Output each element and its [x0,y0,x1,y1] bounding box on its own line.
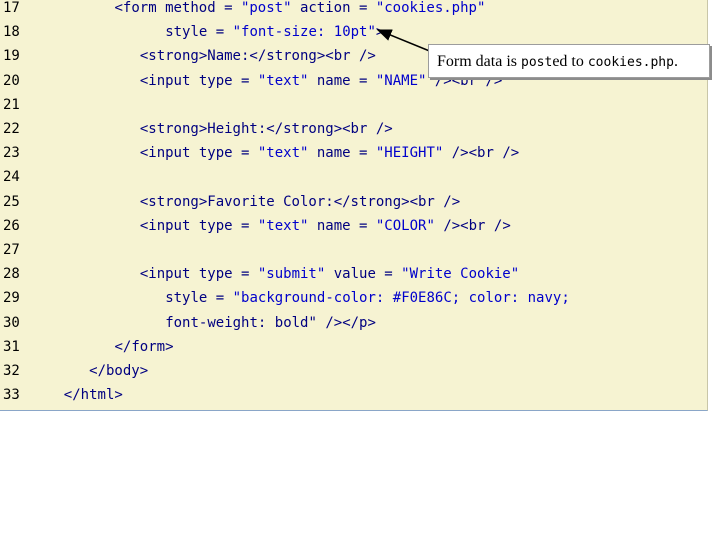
code-token: <input type = [139,217,258,234]
code-token: name = [308,145,376,162]
code-string-token: "text" [257,217,309,234]
line-number: 31 [3,338,20,355]
line-number: 30 [3,314,20,331]
code-token: <strong>Height:</strong><br /> [139,121,393,137]
code-line: 21 [0,97,707,121]
code-text: </html> [64,387,123,403]
line-number: 22 [3,121,20,137]
code-line: 23 <input type = "text" name = "HEIGHT" /… [0,145,707,169]
code-text: <strong>Name:</strong><br /> [140,48,376,64]
code-line: 17 <form method = "post" action = "cookie… [0,0,707,24]
code-token: <form method = [114,0,241,16]
code-text: font-weight: bold" /></p> [165,315,376,331]
code-token: name = [308,72,376,89]
code-text: </body> [89,363,148,379]
code-token: style = [165,290,233,307]
code-line: 33 </html> [0,387,707,410]
code-string-token: "HEIGHT" [375,145,444,162]
code-text: <input type = "text" name = "HEIGHT" /><… [140,145,519,161]
line-number: 19 [3,48,20,65]
code-token: action = [291,0,376,16]
code-token: <input type = [139,72,258,89]
code-string-token: "text" [257,145,309,162]
code-token: <input type = [139,266,258,283]
line-number: 27 [3,242,20,258]
callout-code-filename: cookies.php [587,55,674,70]
line-number: 33 [3,387,20,404]
code-token: > [375,24,385,41]
code-text: style = "background-color: #F0E86C; colo… [165,290,570,306]
code-token: <strong>Favorite Color:</strong><br /> [139,193,461,210]
code-token: /><br /> [434,217,511,234]
code-text: <input type = "text" name = "COLOR" /><b… [140,218,511,234]
line-number: 26 [3,217,20,234]
callout-text-post: . [673,53,678,70]
code-token: style = [165,24,233,41]
callout-text-pre: Form data is [437,53,521,70]
code-string-token: "cookies.php" [375,0,486,16]
code-text: </form> [115,339,174,355]
line-number: 21 [3,96,20,113]
callout-text-mid: ed to [552,53,588,70]
line-number: 20 [3,72,20,89]
code-string-token: "NAME" [375,72,427,89]
code-text: <form method = "post" action = "cookies.… [115,0,486,16]
code-string-token: "COLOR" [375,217,435,234]
code-line: 22 <strong>Height:</strong><br /> [0,121,707,145]
code-string-token: "submit" [257,266,326,283]
callout-code-post: post [521,55,553,70]
code-line: 31 </form> [0,339,707,363]
code-token: name = [308,217,376,234]
line-number: 28 [3,266,20,283]
code-text: style = "font-size: 10pt"> [165,24,384,40]
code-token: /></p> [316,314,376,331]
code-token: value = [325,266,402,283]
code-string-token: "font-size: 10pt" [232,24,376,41]
code-line: 30 font-weight: bold" /></p> [0,315,707,339]
line-number: 32 [3,363,20,379]
code-token: </body> [89,363,149,379]
line-number: 24 [3,169,20,186]
code-text: <strong>Favorite Color:</strong><br /> [140,194,460,210]
code-token: <input type = [139,145,258,162]
code-token: /><br /> [443,145,520,162]
code-text: <strong>Height:</strong><br /> [140,121,393,137]
code-token: font-weight: bold" [165,314,317,331]
code-string-token: "post" [240,0,292,16]
callout-note: Form data is posted to cookies.php. [428,44,710,78]
code-token: </form> [114,338,174,355]
line-number: 25 [3,193,20,210]
code-string-token: "background-color: #F0E86C; color: navy; [232,290,570,307]
code-string-token: "Write Cookie" [401,266,520,283]
line-number: 29 [3,290,20,307]
code-text: <input type = "submit" value = "Write Co… [140,266,519,282]
code-line: 25 <strong>Favorite Color:</strong><br /> [0,194,707,218]
code-line: 29 style = "background-color: #F0E86C; co… [0,290,707,314]
code-line: 24 [0,169,707,193]
code-line: 28 <input type = "submit" value = "Write … [0,266,707,290]
code-line: 32 </body> [0,363,707,387]
code-string-token: "text" [257,72,309,89]
line-number: 17 [3,0,20,16]
line-number: 23 [3,145,20,162]
code-token: </html> [63,387,123,404]
code-line: 26 <input type = "text" name = "COLOR" />… [0,218,707,242]
code-token: <strong>Name:</strong><br /> [139,48,376,65]
line-number: 18 [3,24,20,41]
code-line: 27 [0,242,707,266]
